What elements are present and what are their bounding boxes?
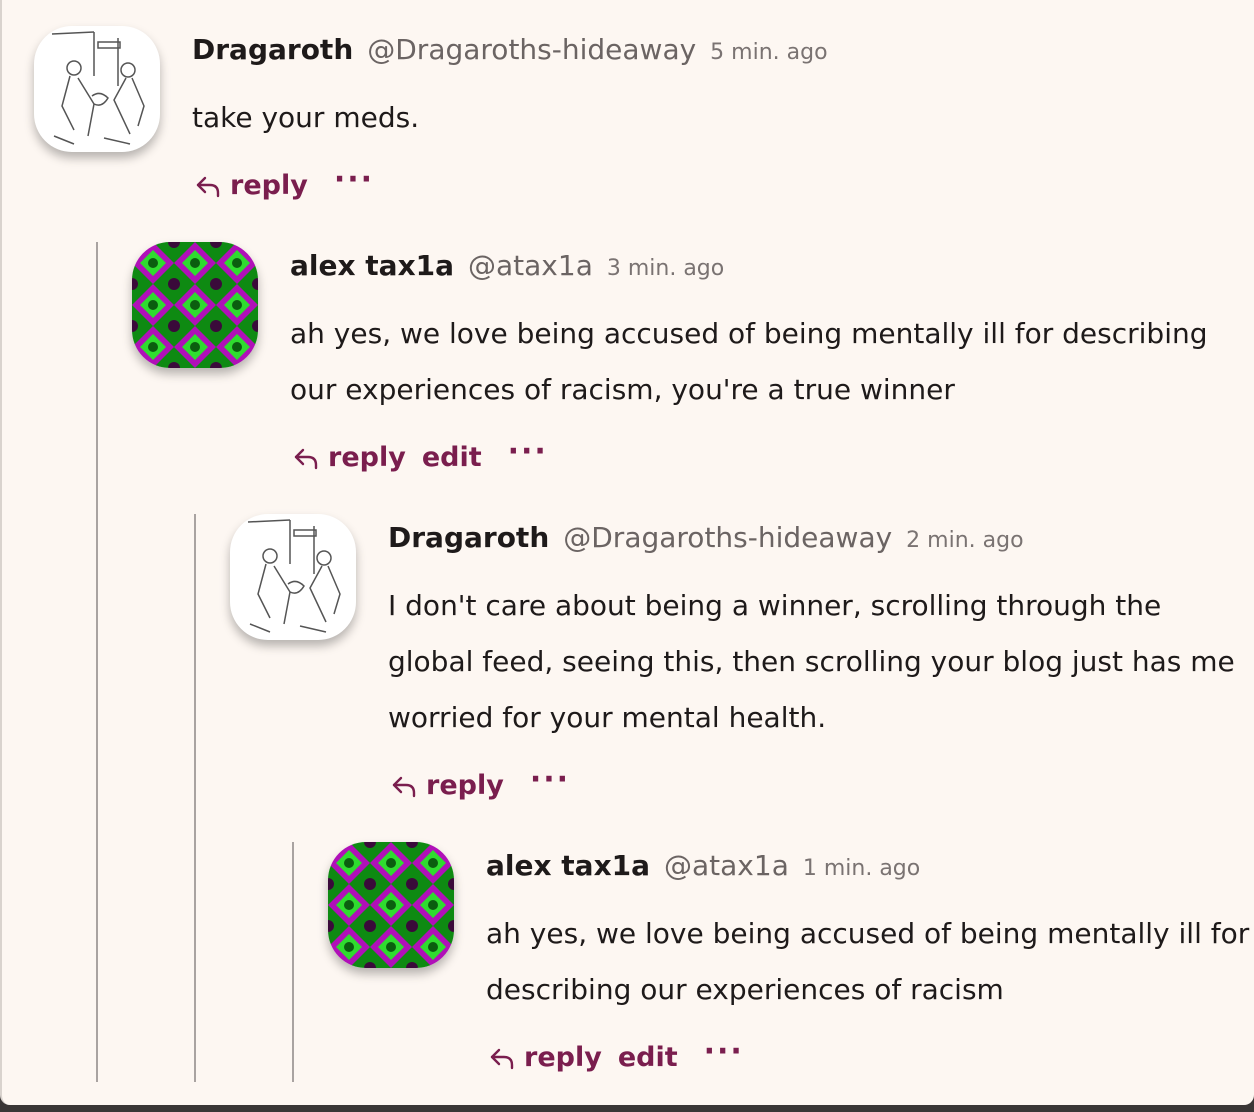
reply-button[interactable]: reply (390, 766, 504, 806)
timestamp[interactable]: 5 min. ago (710, 40, 827, 65)
sketch-avatar-icon[interactable] (230, 514, 356, 640)
edit-button[interactable]: edit (422, 438, 482, 478)
comment-text: take your meds. (192, 101, 420, 134)
reply-icon (490, 1048, 514, 1070)
reply-icon (294, 448, 318, 470)
reply-button[interactable]: reply (488, 1038, 602, 1078)
thread-line[interactable] (194, 514, 196, 1082)
timestamp[interactable]: 1 min. ago (803, 856, 920, 881)
author-handle[interactable]: @atax1a (664, 849, 789, 882)
reply-label: reply (230, 170, 308, 201)
thread-line[interactable] (292, 842, 294, 1082)
comment-thread: Dragaroth @Dragaroths-hideaway 5 min. ago … (0, 0, 1254, 1105)
reply-label: reply (328, 442, 406, 473)
author-name[interactable]: alex tax1a (486, 849, 650, 882)
kaleidoscope-avatar-icon[interactable] (132, 242, 258, 368)
more-options-button[interactable]: ··· (508, 432, 548, 472)
author-handle[interactable]: @atax1a (468, 249, 593, 282)
comment: Dragaroth @Dragaroths-hideaway 5 min. ago … (2, 0, 1254, 210)
timestamp[interactable]: 3 min. ago (607, 256, 724, 281)
reply-button[interactable]: reply (194, 166, 308, 206)
comment-text: ah yes, we love being accused of being m… (290, 317, 1208, 406)
author-handle[interactable]: @Dragaroths-hideaway (563, 521, 892, 554)
timestamp[interactable]: 2 min. ago (906, 528, 1023, 553)
kaleidoscope-avatar-icon[interactable] (328, 842, 454, 968)
thread-line[interactable] (96, 242, 98, 1082)
more-options-button[interactable]: ··· (704, 1032, 744, 1072)
more-options-button[interactable]: ··· (530, 760, 570, 800)
author-name[interactable]: alex tax1a (290, 249, 454, 282)
more-options-button[interactable]: ··· (334, 160, 374, 200)
reply-icon (196, 176, 220, 198)
author-handle[interactable]: @Dragaroths-hideaway (367, 33, 696, 66)
author-name[interactable]: Dragaroth (388, 521, 549, 554)
author-name[interactable]: Dragaroth (192, 33, 353, 66)
reply-label: reply (524, 1042, 602, 1073)
reply-icon (392, 776, 416, 798)
comment-text: I don't care about being a winner, scrol… (388, 589, 1235, 734)
comment-text: ah yes, we love being accused of being m… (486, 917, 1250, 1006)
edit-button[interactable]: edit (618, 1038, 678, 1078)
reply-label: reply (426, 770, 504, 801)
reply-button[interactable]: reply (292, 438, 406, 478)
sketch-avatar-icon[interactable] (34, 26, 160, 152)
comment: alex tax1a @atax1a 1 min. ago ah yes, we l… (2, 0, 1254, 1073)
